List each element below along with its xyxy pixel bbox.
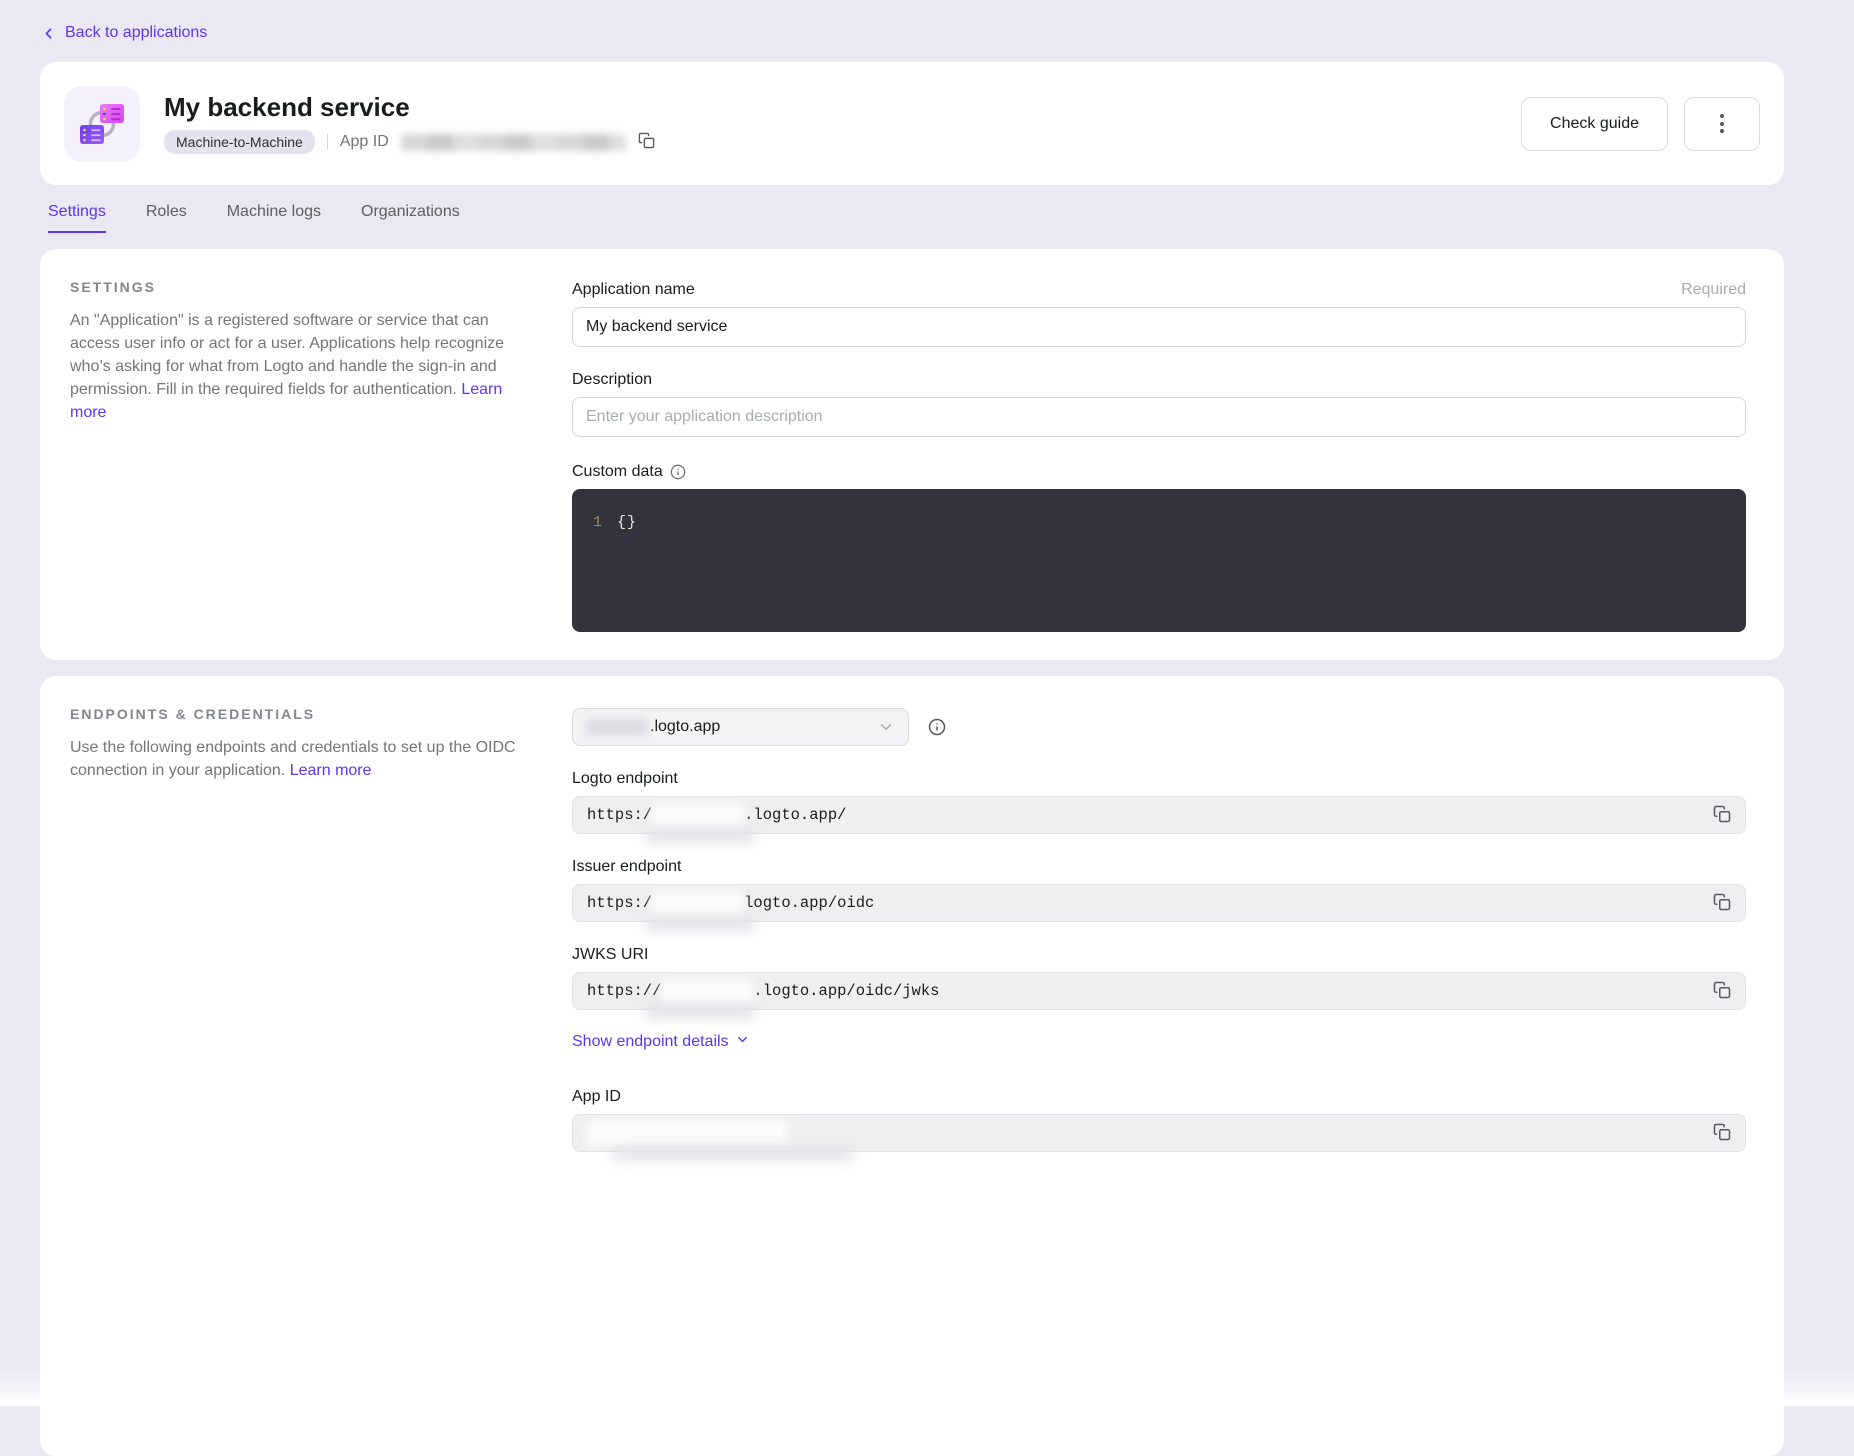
endpoint-redacted bbox=[661, 979, 753, 1003]
app-meta-row: Machine-to-Machine App ID bbox=[164, 130, 655, 154]
check-guide-button[interactable]: Check guide bbox=[1521, 97, 1668, 151]
custom-data-label: Custom data bbox=[572, 463, 663, 481]
endpoints-section-description: Use the following endpoints and credenti… bbox=[70, 736, 542, 782]
domain-select[interactable]: .logto.app bbox=[572, 708, 909, 746]
tab-bar: Settings Roles Machine logs Organization… bbox=[40, 185, 1784, 233]
redaction-smudge bbox=[645, 830, 755, 843]
description-input[interactable] bbox=[572, 397, 1746, 437]
application-name-input[interactable] bbox=[572, 307, 1746, 347]
description-field: Description bbox=[572, 371, 1746, 437]
settings-section-card: SETTINGS An "Application" is a registere… bbox=[40, 249, 1784, 660]
custom-data-field: Custom data 1 {} bbox=[572, 463, 1746, 632]
copy-app-id-button[interactable] bbox=[638, 132, 655, 152]
endpoints-section-info: ENDPOINTS & CREDENTIALS Use the followin… bbox=[70, 706, 542, 1428]
copy-jwks-uri-button[interactable] bbox=[1713, 981, 1731, 1002]
redaction-smudge bbox=[645, 918, 755, 931]
endpoint-prefix: https:// bbox=[587, 982, 661, 1000]
chevron-down-icon bbox=[735, 1032, 750, 1052]
header-actions: Check guide bbox=[1521, 97, 1760, 151]
copy-issuer-endpoint-button[interactable] bbox=[1713, 893, 1731, 914]
back-to-applications-link[interactable]: Back to applications bbox=[40, 24, 207, 42]
copy-icon bbox=[1713, 805, 1731, 826]
endpoint-prefix: https:/ bbox=[587, 806, 652, 824]
redaction-smudge bbox=[613, 1148, 853, 1161]
application-name-field: Application name Required bbox=[572, 281, 1746, 347]
app-id-value-redacted bbox=[401, 134, 626, 151]
jwks-uri-field: JWKS URI https:// .logto.app/oidc/jwks bbox=[572, 946, 1746, 1010]
chevron-left-icon bbox=[40, 25, 57, 42]
redaction-smudge bbox=[645, 1006, 755, 1019]
app-id-field: App ID bbox=[572, 1088, 1746, 1152]
app-header-info: My backend service Machine-to-Machine Ap… bbox=[164, 93, 655, 155]
app-id-field-label: App ID bbox=[572, 1088, 621, 1106]
show-endpoint-details-toggle[interactable]: Show endpoint details bbox=[572, 1032, 750, 1052]
logto-endpoint-field: Logto endpoint https:/ .logto.app/ bbox=[572, 770, 1746, 834]
chevron-down-icon bbox=[877, 718, 895, 736]
back-link-label: Back to applications bbox=[65, 24, 207, 42]
meta-divider bbox=[327, 134, 328, 150]
editor-line-number: 1 bbox=[572, 513, 617, 533]
copy-icon bbox=[1713, 981, 1731, 1002]
settings-section-description: An "Application" is a registered softwar… bbox=[70, 309, 542, 424]
tab-settings[interactable]: Settings bbox=[48, 203, 106, 233]
application-name-label: Application name bbox=[572, 281, 695, 299]
settings-description-text: An "Application" is a registered softwar… bbox=[70, 312, 504, 398]
settings-section-heading: SETTINGS bbox=[70, 279, 542, 295]
domain-row: .logto.app bbox=[572, 708, 1746, 746]
app-id-redacted bbox=[587, 1120, 787, 1146]
kebab-menu-icon bbox=[1720, 114, 1724, 133]
domain-info-icon[interactable] bbox=[928, 718, 946, 736]
app-type-badge: Machine-to-Machine bbox=[164, 130, 315, 154]
app-title: My backend service bbox=[164, 93, 655, 122]
endpoint-suffix: logto.app/oidc bbox=[744, 894, 874, 912]
app-header-card: My backend service Machine-to-Machine Ap… bbox=[40, 62, 1784, 185]
tab-machine-logs[interactable]: Machine logs bbox=[227, 203, 321, 233]
main-content: Back to applications bbox=[0, 0, 1854, 1456]
endpoint-suffix: .logto.app/ bbox=[744, 806, 846, 824]
endpoints-learn-more-link[interactable]: Learn more bbox=[290, 762, 372, 779]
issuer-endpoint-field: Issuer endpoint https:/ logto.app/oidc bbox=[572, 858, 1746, 922]
description-label: Description bbox=[572, 371, 652, 389]
app-id-label: App ID bbox=[340, 133, 389, 151]
machine-to-machine-app-icon bbox=[64, 86, 140, 162]
issuer-endpoint-value: https:/ logto.app/oidc bbox=[572, 884, 1746, 922]
settings-section-info: SETTINGS An "Application" is a registere… bbox=[70, 279, 542, 632]
jwks-uri-label: JWKS URI bbox=[572, 946, 648, 964]
endpoints-section-heading: ENDPOINTS & CREDENTIALS bbox=[70, 706, 542, 722]
custom-data-code-editor[interactable]: 1 {} bbox=[572, 489, 1746, 632]
jwks-uri-value: https:// .logto.app/oidc/jwks bbox=[572, 972, 1746, 1010]
endpoint-prefix: https:/ bbox=[587, 894, 652, 912]
issuer-endpoint-label: Issuer endpoint bbox=[572, 858, 681, 876]
copy-icon bbox=[1713, 893, 1731, 914]
logto-endpoint-label: Logto endpoint bbox=[572, 770, 678, 788]
endpoint-redacted bbox=[652, 891, 744, 915]
copy-icon bbox=[1713, 1123, 1731, 1144]
endpoints-section-card: ENDPOINTS & CREDENTIALS Use the followin… bbox=[40, 676, 1784, 1456]
copy-logto-endpoint-button[interactable] bbox=[1713, 805, 1731, 826]
editor-content: {} bbox=[617, 513, 637, 533]
more-actions-button[interactable] bbox=[1684, 97, 1760, 151]
logto-endpoint-value: https:/ .logto.app/ bbox=[572, 796, 1746, 834]
settings-form: Application name Required Description Cu… bbox=[572, 279, 1746, 632]
tab-organizations[interactable]: Organizations bbox=[361, 203, 460, 233]
info-icon[interactable] bbox=[670, 464, 686, 480]
endpoint-suffix: .logto.app/oidc/jwks bbox=[753, 982, 939, 1000]
app-id-value bbox=[572, 1114, 1746, 1152]
required-hint: Required bbox=[1681, 281, 1746, 299]
copy-icon bbox=[638, 132, 655, 152]
copy-app-id-field-button[interactable] bbox=[1713, 1123, 1731, 1144]
tenant-id-redacted bbox=[586, 719, 648, 735]
show-details-label: Show endpoint details bbox=[572, 1033, 729, 1051]
endpoint-redacted bbox=[652, 803, 744, 827]
domain-select-value: .logto.app bbox=[650, 718, 720, 736]
endpoints-form: .logto.app Logto endpoint https:/ .logto.… bbox=[572, 706, 1746, 1428]
tab-roles[interactable]: Roles bbox=[146, 203, 187, 233]
